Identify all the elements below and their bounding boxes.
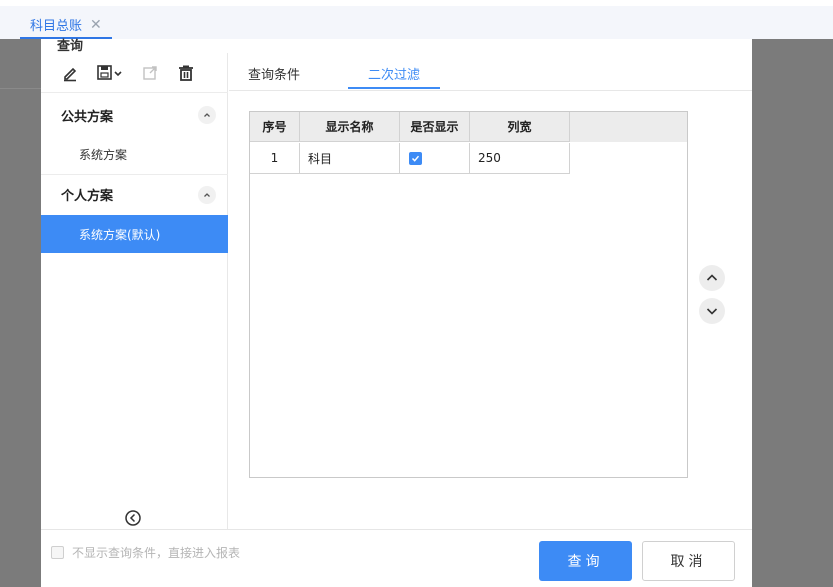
overlay-right xyxy=(752,39,833,587)
table-row-width[interactable]: 250 xyxy=(470,143,570,174)
skip-conditions-label: 不显示查询条件，直接进入报表 xyxy=(72,546,241,560)
edit-icon[interactable] xyxy=(59,62,81,84)
save-icon[interactable] xyxy=(95,62,125,84)
sidebar-item-system-scheme[interactable]: 系统方案 xyxy=(41,135,228,173)
col-header-no: 序号 xyxy=(250,112,300,142)
sidebar-toolbar xyxy=(41,53,228,93)
column-grid: 序号 显示名称 是否显示 列宽 1 科目 250 xyxy=(249,111,688,478)
sidebar-item-label: 系统方案(默认) xyxy=(79,227,161,242)
top-tab-bar: 科目总账 ✕ xyxy=(0,0,833,39)
cancel-button[interactable]: 取消 xyxy=(642,541,735,581)
export-icon[interactable] xyxy=(139,62,161,84)
close-icon[interactable]: ✕ xyxy=(90,17,102,33)
query-dialog: 查询 公共方案 系统方案 个人方案 系统方案(默认) 查询条件 二次过滤 序号 … xyxy=(41,39,752,587)
tab-query-conditions[interactable]: 查询条件 xyxy=(248,64,300,89)
personal-scheme-label: 个人方案 xyxy=(61,189,114,204)
scheme-sidebar: 公共方案 系统方案 个人方案 系统方案(默认) xyxy=(41,53,228,529)
chevron-down-icon xyxy=(706,308,718,315)
skip-conditions-checkbox[interactable] xyxy=(51,546,64,559)
table-row-no: 1 xyxy=(250,143,300,174)
delete-icon[interactable] xyxy=(175,62,197,84)
tab-label: 科目总账 xyxy=(30,19,83,34)
sidebar-item-label: 系统方案 xyxy=(79,147,128,162)
table-row-show xyxy=(400,143,470,174)
query-tabs: 查询条件 二次过滤 xyxy=(229,53,752,91)
table-row-name[interactable]: 科目 xyxy=(300,143,400,174)
dialog-footer: 不显示查询条件，直接进入报表 查询 取消 xyxy=(41,529,752,587)
overlay-left xyxy=(0,39,41,587)
public-scheme-header[interactable]: 公共方案 xyxy=(41,95,228,135)
query-main-panel: 查询条件 二次过滤 序号 显示名称 是否显示 列宽 1 科目 250 xyxy=(229,53,752,529)
query-button[interactable]: 查询 xyxy=(539,541,632,581)
move-down-button[interactable] xyxy=(699,298,725,324)
collapse-sidebar-icon[interactable] xyxy=(124,509,144,529)
tab-secondary-filter[interactable]: 二次过滤 xyxy=(348,64,441,89)
overlay-divider xyxy=(0,88,41,89)
personal-scheme-header[interactable]: 个人方案 xyxy=(41,174,228,214)
move-up-button[interactable] xyxy=(699,265,725,291)
col-header-show: 是否显示 xyxy=(400,112,470,142)
show-column-checkbox[interactable] xyxy=(409,151,422,165)
dialog-title: 查询 xyxy=(57,39,84,54)
public-scheme-label: 公共方案 xyxy=(61,109,114,125)
skip-conditions-option[interactable]: 不显示查询条件，直接进入报表 xyxy=(51,544,240,561)
col-header-width: 列宽 xyxy=(470,112,570,142)
chevron-up-icon[interactable] xyxy=(198,185,216,204)
col-header-name: 显示名称 xyxy=(300,112,400,142)
sidebar-item-system-scheme-default[interactable]: 系统方案(默认) xyxy=(41,215,228,253)
chevron-up-icon[interactable] xyxy=(198,106,216,124)
chevron-up-icon xyxy=(706,274,718,281)
